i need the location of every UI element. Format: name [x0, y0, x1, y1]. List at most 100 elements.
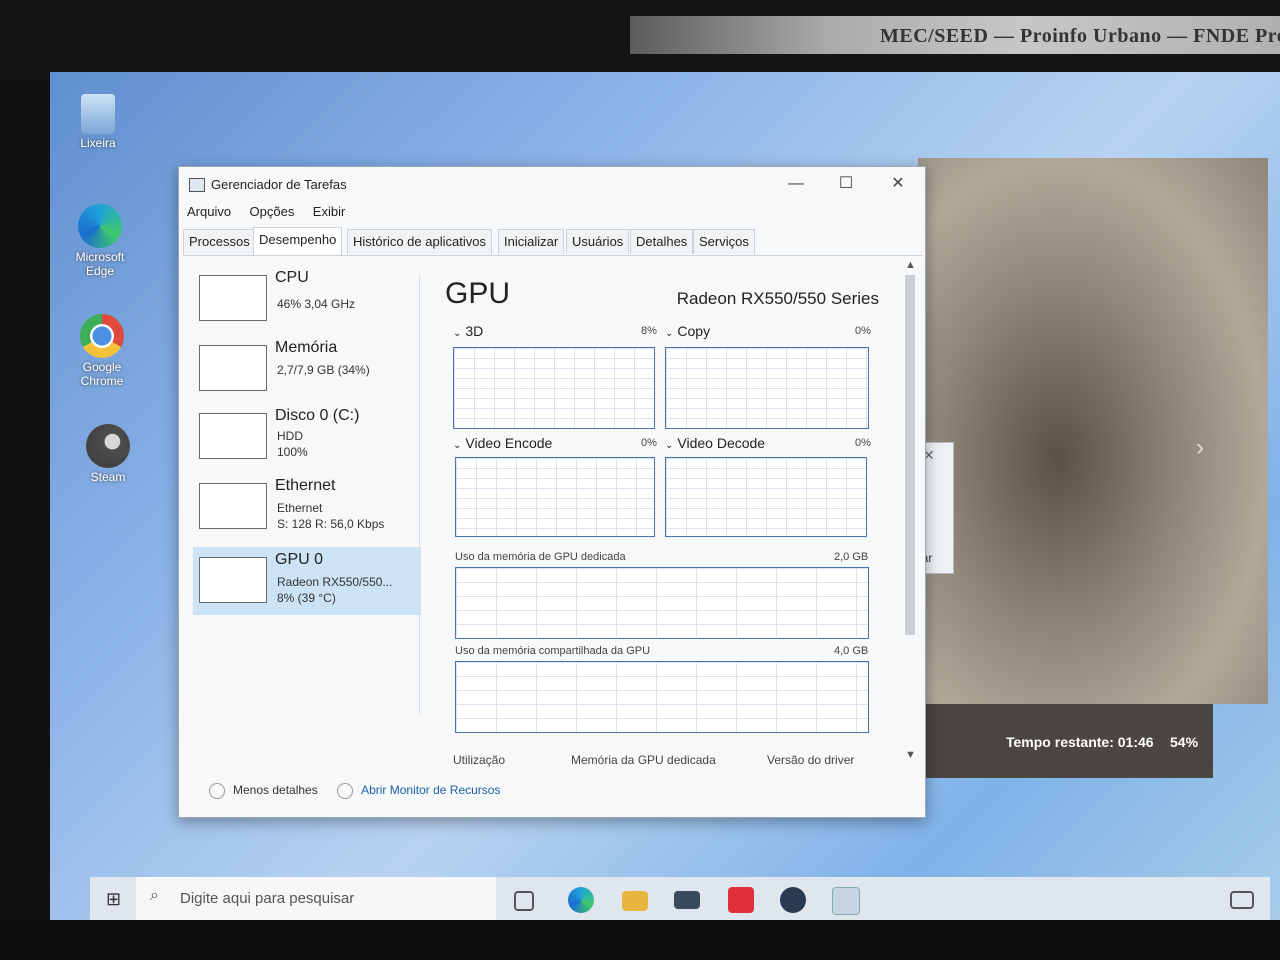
taskbar: ⊞ ⌕ Digite aqui para pesquisar — [90, 877, 1270, 921]
tab-processos[interactable]: Processos — [183, 229, 256, 254]
engine-label: Video Encode — [465, 435, 553, 451]
scrollbar-thumb[interactable] — [905, 275, 915, 635]
monitor-bezel-bottom — [0, 920, 1280, 960]
shared-memory-max: 4,0 GB — [834, 645, 869, 657]
cpu-thumbnail-graph — [199, 275, 267, 321]
desktop-icon-edge[interactable]: Microsoft Edge — [60, 204, 140, 278]
shared-memory-label: Uso da memória compartilhada da GPU — [455, 645, 651, 657]
engine-selector-video-encode[interactable]: ⌄ Video Encode — [453, 435, 552, 451]
menu-exibir[interactable]: Exibir — [313, 204, 346, 219]
sidebar-item-label: Memória — [275, 339, 338, 356]
sidebar-item-detail: 2,7/7,9 GB (34%) — [277, 363, 370, 377]
sidebar-item-ethernet[interactable]: Ethernet Ethernet S: 128 R: 56,0 Kbps — [193, 473, 421, 541]
tab-detalhes[interactable]: Detalhes — [630, 229, 694, 254]
edge-icon — [78, 204, 122, 248]
engine-selector-video-decode[interactable]: ⌄ Video Decode — [665, 435, 765, 451]
desktop-icon-recycle-bin[interactable]: Lixeira — [58, 94, 138, 150]
stat-label-dedicated-memory: Memória da GPU dedicada — [571, 753, 716, 767]
sidebar-item-cpu[interactable]: CPU 46% 3,04 GHz — [193, 265, 421, 333]
sidebar-item-gpu[interactable]: GPU 0 Radeon RX550/550... 8% (39 °C) — [193, 547, 421, 615]
maximize-button[interactable]: ☐ — [823, 171, 869, 197]
time-remaining: Tempo restante: 01:46 — [1006, 734, 1154, 750]
chevron-up-icon[interactable]: ▲ — [905, 259, 916, 271]
engine-label: Video Decode — [677, 435, 766, 451]
task-manager-window: Gerenciador de Tarefas — ☐ ✕ Arquivo Opç… — [178, 166, 926, 818]
desktop-icon-label: Steam — [90, 470, 126, 484]
sidebar-item-detail: S: 128 R: 56,0 Kbps — [277, 517, 385, 531]
engine-percent: 0% — [855, 325, 871, 337]
task-view-icon[interactable] — [514, 891, 534, 911]
windows-start-icon[interactable]: ⊞ — [106, 889, 121, 910]
desktop-icon-steam[interactable]: Steam — [68, 424, 148, 484]
chevron-right-icon[interactable]: › — [1196, 434, 1204, 462]
menu-arquivo[interactable]: Arquivo — [187, 204, 231, 219]
page-title: GPU — [445, 277, 511, 310]
vertical-scrollbar[interactable]: ▲ ▼ — [903, 259, 919, 763]
title-bar[interactable]: Gerenciador de Tarefas — ☐ ✕ — [179, 167, 925, 201]
resource-sidebar: CPU 46% 3,04 GHz Memória 2,7/7,9 GB (34%… — [193, 265, 421, 765]
minimize-button[interactable]: — — [773, 171, 819, 197]
engine-selector-copy[interactable]: ⌄ Copy — [665, 323, 710, 339]
sidebar-item-label: GPU 0 — [275, 551, 324, 568]
chevron-down-icon: ⌄ — [453, 328, 462, 339]
footer-links: Menos detalhes Abrir Monitor de Recursos — [209, 783, 500, 799]
gpu-detail-panel: GPU Radeon RX550/550 Series ⌄ 3D 8% ⌄ Copy… — [429, 267, 899, 777]
resource-monitor-label: Abrir Monitor de Recursos — [361, 783, 501, 798]
recycle-bin-icon — [81, 94, 115, 134]
sidebar-item-detail: Ethernet — [277, 501, 323, 515]
steam-taskbar-icon[interactable] — [780, 887, 806, 913]
engine-graph-3d — [453, 347, 655, 429]
sidebar-item-label: Ethernet — [275, 477, 336, 494]
chevron-down-icon: ⌄ — [665, 328, 674, 339]
less-details-label: Menos detalhes — [233, 783, 318, 798]
stat-label-driver-version: Versão do driver — [767, 753, 855, 767]
search-placeholder: Digite aqui para pesquisar — [180, 890, 355, 907]
desktop-icon-chrome[interactable]: Google Chrome — [62, 314, 142, 388]
desktop-icon-label: Google Chrome — [80, 360, 124, 388]
progress-percent: 54% — [1170, 734, 1199, 750]
notification-icon[interactable] — [1230, 891, 1254, 909]
sidebar-item-detail: HDD — [277, 429, 303, 443]
desktop-icon-label: Microsoft Edge — [75, 250, 125, 278]
tab-strip: Processos Desempenho Histórico de aplica… — [183, 227, 923, 256]
chevron-down-icon: ⌄ — [453, 440, 462, 451]
sidebar-item-label: Disco 0 (C:) — [275, 407, 360, 424]
tab-servicos[interactable]: Serviços — [693, 229, 755, 254]
sidebar-item-memory[interactable]: Memória 2,7/7,9 GB (34%) — [193, 335, 421, 403]
task-manager-taskbar-icon[interactable] — [832, 887, 860, 915]
dedicated-memory-label: Uso da memória de GPU dedicada — [455, 551, 626, 563]
edge-taskbar-icon[interactable] — [568, 887, 594, 913]
tab-usuarios[interactable]: Usuários — [566, 229, 630, 254]
taskbar-search-box[interactable]: ⌕ Digite aqui para pesquisar — [136, 877, 496, 921]
engine-graph-video-decode — [665, 457, 867, 537]
sidebar-item-disk[interactable]: Disco 0 (C:) HDD 100% — [193, 403, 421, 471]
menu-bar: Arquivo Opções Exibir — [179, 203, 925, 225]
chevron-up-circle-icon — [209, 783, 225, 799]
resource-monitor-link[interactable]: Abrir Monitor de Recursos — [337, 783, 501, 799]
menu-opcoes[interactable]: Opções — [250, 204, 295, 219]
sidebar-divider — [419, 275, 420, 715]
engine-label: 3D — [465, 323, 484, 339]
steam-icon — [86, 424, 130, 468]
dedicated-memory-max: 2,0 GB — [834, 551, 869, 563]
close-button[interactable]: ✕ — [875, 171, 921, 197]
mail-icon[interactable] — [674, 891, 700, 909]
engine-selector-3d[interactable]: ⌄ 3D — [453, 323, 483, 339]
stat-label-utilization: Utilização — [453, 753, 506, 767]
less-details-button[interactable]: Menos detalhes — [209, 783, 318, 799]
window-title: Gerenciador de Tarefas — [211, 177, 347, 192]
engine-graph-copy — [665, 347, 869, 429]
tab-desempenho[interactable]: Desempenho — [253, 227, 343, 255]
amd-icon[interactable] — [728, 887, 754, 913]
chevron-down-icon[interactable]: ▼ — [905, 749, 916, 761]
tab-historico[interactable]: Histórico de aplicativos — [347, 229, 492, 254]
ethernet-thumbnail-graph — [199, 483, 267, 529]
sidebar-item-detail: 100% — [277, 445, 308, 459]
sidebar-item-label: CPU — [275, 269, 309, 286]
sidebar-item-detail: Radeon RX550/550... — [277, 575, 393, 589]
tab-inicializar[interactable]: Inicializar — [498, 229, 565, 254]
disk-thumbnail-graph — [199, 413, 267, 459]
engine-label: Copy — [677, 323, 711, 339]
file-explorer-icon[interactable] — [622, 891, 648, 911]
resource-monitor-icon — [337, 783, 354, 799]
